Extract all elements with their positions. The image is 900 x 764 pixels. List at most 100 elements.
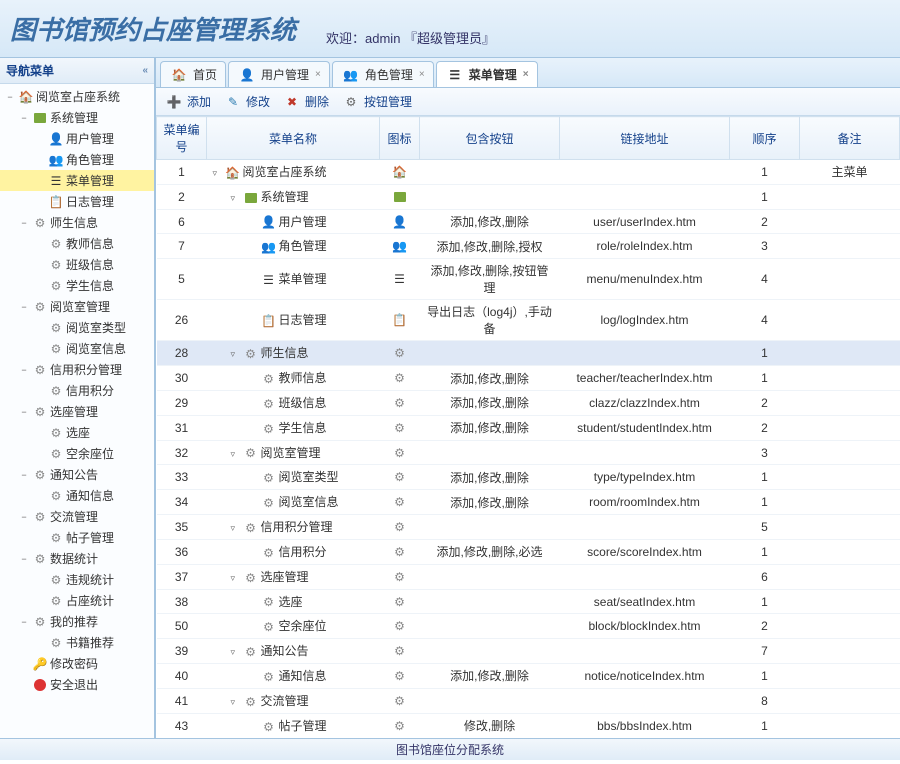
table-row[interactable]: 33⚙阅览室类型⚙添加,修改,删除type/typeIndex.htm1 <box>157 465 900 490</box>
table-row[interactable]: 41▿⚙交流管理⚙8 <box>157 688 900 713</box>
tree-toggle-icon[interactable]: − <box>18 365 30 375</box>
col-4[interactable]: 链接地址 <box>560 117 730 160</box>
col-2[interactable]: 图标 <box>380 117 420 160</box>
table-row[interactable]: 32▿⚙阅览室管理⚙3 <box>157 440 900 465</box>
tree-toggle-icon[interactable]: − <box>18 470 30 480</box>
table-row[interactable]: 29⚙班级信息⚙添加,修改,删除clazz/clazzIndex.htm2 <box>157 390 900 415</box>
tree-toggle-icon[interactable]: − <box>18 218 30 228</box>
cell-link <box>560 160 730 185</box>
gear-icon: ⚙ <box>48 530 64 546</box>
tree-node-22[interactable]: −⚙数据统计 <box>0 548 154 569</box>
table-row[interactable]: 31⚙学生信息⚙添加,修改,删除student/studentIndex.htm… <box>157 415 900 440</box>
row-toggle-icon[interactable]: ▿ <box>231 573 241 584</box>
tree-node-19[interactable]: ⚙通知信息 <box>0 485 154 506</box>
tree-node-5[interactable]: 📋日志管理 <box>0 191 154 212</box>
gear-icon: ⚙ <box>243 694 259 710</box>
添加-button[interactable]: ➕添加 <box>164 93 211 110</box>
tree-node-9[interactable]: ⚙学生信息 <box>0 275 154 296</box>
tree-node-3[interactable]: 👥角色管理 <box>0 149 154 170</box>
tree-toggle-icon[interactable]: − <box>18 407 30 417</box>
table-row[interactable]: 2▿系统管理1 <box>157 184 900 209</box>
cell-buttons: 修改,删除 <box>420 713 560 738</box>
tree-node-17[interactable]: ⚙空余座位 <box>0 443 154 464</box>
table-row[interactable]: 37▿⚙选座管理⚙6 <box>157 564 900 589</box>
table-row[interactable]: 43⚙帖子管理⚙修改,删除bbs/bbsIndex.htm1 <box>157 713 900 738</box>
tree-node-21[interactable]: ⚙帖子管理 <box>0 527 154 548</box>
tree-node-13[interactable]: −⚙信用积分管理 <box>0 359 154 380</box>
table-row[interactable]: 6👤用户管理👤添加,修改,删除user/userIndex.htm2 <box>157 209 900 234</box>
table-row[interactable]: 35▿⚙信用积分管理⚙5 <box>157 515 900 540</box>
row-toggle-icon[interactable]: ▿ <box>231 697 241 708</box>
tree-node-8[interactable]: ⚙班级信息 <box>0 254 154 275</box>
tree-node-24[interactable]: ⚙占座统计 <box>0 590 154 611</box>
tree-node-12[interactable]: ⚙阅览室信息 <box>0 338 154 359</box>
collapse-icon[interactable]: « <box>142 65 148 76</box>
table-row[interactable]: 50⚙空余座位⚙block/blockIndex.htm2 <box>157 614 900 639</box>
tree-node-28[interactable]: 安全退出 <box>0 674 154 695</box>
table-row[interactable]: 40⚙通知信息⚙添加,修改,删除notice/noticeIndex.htm1 <box>157 664 900 689</box>
tree-node-20[interactable]: −⚙交流管理 <box>0 506 154 527</box>
role-icon: 👥 <box>343 67 359 83</box>
table-row[interactable]: 34⚙阅览室信息⚙添加,修改,删除room/roomIndex.htm1 <box>157 490 900 515</box>
tree-toggle-icon[interactable]: − <box>4 92 16 102</box>
cell-buttons: 添加,修改,删除 <box>420 465 560 490</box>
row-toggle-icon[interactable]: ▿ <box>231 349 241 360</box>
col-1[interactable]: 菜单名称 <box>207 117 380 160</box>
cell-icon: 📋 <box>380 300 420 341</box>
cell-icon: ⚙ <box>380 490 420 515</box>
row-toggle-icon[interactable]: ▿ <box>231 647 241 658</box>
cell-id: 29 <box>157 390 207 415</box>
按钮管理-button[interactable]: ⚙按钮管理 <box>341 93 412 110</box>
table-row[interactable]: 1▿🏠阅览室占座系统🏠1主菜单 <box>157 160 900 185</box>
tree-node-1[interactable]: −系统管理 <box>0 107 154 128</box>
tree-node-25[interactable]: −⚙我的推荐 <box>0 611 154 632</box>
tree-toggle-icon[interactable]: − <box>18 554 30 564</box>
tab-菜单管理[interactable]: ☰菜单管理× <box>436 61 538 87</box>
close-icon[interactable]: × <box>315 69 321 80</box>
tree-node-14[interactable]: ⚙信用积分 <box>0 380 154 401</box>
tree-node-15[interactable]: −⚙选座管理 <box>0 401 154 422</box>
tree-node-27[interactable]: 🔑修改密码 <box>0 653 154 674</box>
tree-toggle-icon[interactable]: − <box>18 512 30 522</box>
table-row[interactable]: 28▿⚙师生信息⚙1 <box>157 341 900 366</box>
tree-node-4[interactable]: ☰菜单管理 <box>0 170 154 191</box>
table-row[interactable]: 7👥角色管理👥添加,修改,删除,授权role/roleIndex.htm3 <box>157 234 900 259</box>
row-toggle-icon[interactable]: ▿ <box>231 193 241 204</box>
删除-button[interactable]: ✖删除 <box>282 93 329 110</box>
tab-首页[interactable]: 🏠首页 <box>160 61 226 87</box>
tree-node-11[interactable]: ⚙阅览室类型 <box>0 317 154 338</box>
table-row[interactable]: 36⚙信用积分⚙添加,修改,删除,必选score/scoreIndex.htm1 <box>157 539 900 564</box>
close-icon[interactable]: × <box>523 69 529 80</box>
tree-node-16[interactable]: ⚙选座 <box>0 422 154 443</box>
col-5[interactable]: 顺序 <box>730 117 800 160</box>
table-row[interactable]: 30⚙教师信息⚙添加,修改,删除teacher/teacherIndex.htm… <box>157 366 900 391</box>
col-0[interactable]: 菜单编号 <box>157 117 207 160</box>
修改-button[interactable]: ✎修改 <box>223 93 270 110</box>
table-row[interactable]: 5☰菜单管理☰添加,修改,删除,按钮管理menu/menuIndex.htm4 <box>157 259 900 300</box>
close-icon[interactable]: × <box>419 69 425 80</box>
row-toggle-icon[interactable]: ▿ <box>231 449 241 460</box>
tree-node-23[interactable]: ⚙违规统计 <box>0 569 154 590</box>
tree-node-26[interactable]: ⚙书籍推荐 <box>0 632 154 653</box>
cell-order: 1 <box>730 160 800 185</box>
tree-node-2[interactable]: 👤用户管理 <box>0 128 154 149</box>
tree-toggle-icon[interactable]: − <box>18 617 30 627</box>
tree-node-18[interactable]: −⚙通知公告 <box>0 464 154 485</box>
tab-用户管理[interactable]: 👤用户管理× <box>228 61 330 87</box>
tree-node-6[interactable]: −⚙师生信息 <box>0 212 154 233</box>
table-row[interactable]: 26📋日志管理📋导出日志（log4j）,手动备log/logIndex.htm4 <box>157 300 900 341</box>
tree-node-0[interactable]: −🏠阅览室占座系统 <box>0 86 154 107</box>
tree-node-7[interactable]: ⚙教师信息 <box>0 233 154 254</box>
row-toggle-icon[interactable]: ▿ <box>213 168 223 179</box>
table-row[interactable]: 38⚙选座⚙seat/seatIndex.htm1 <box>157 589 900 614</box>
table-row[interactable]: 39▿⚙通知公告⚙7 <box>157 639 900 664</box>
tab-角色管理[interactable]: 👥角色管理× <box>332 61 434 87</box>
tree-node-10[interactable]: −⚙阅览室管理 <box>0 296 154 317</box>
gear-icon: ⚙ <box>261 396 277 412</box>
col-3[interactable]: 包含按钮 <box>420 117 560 160</box>
tree-toggle-icon[interactable]: − <box>18 302 30 312</box>
row-toggle-icon[interactable]: ▿ <box>231 523 241 534</box>
tree-toggle-icon[interactable]: − <box>18 113 30 123</box>
col-6[interactable]: 备注 <box>800 117 900 160</box>
cell-remark <box>800 614 900 639</box>
